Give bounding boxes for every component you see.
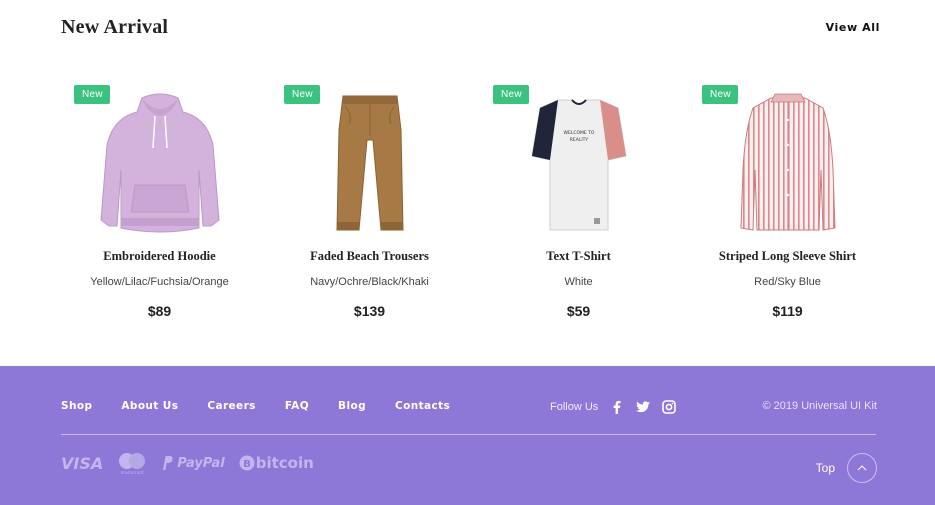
product-card[interactable]: New WELCOME TO REALITY Text T-Shirt Whit… <box>474 80 683 330</box>
product-grid: New Embroidered Hoodie Yellow/Lilac/Fuch… <box>55 80 895 340</box>
product-card[interactable]: New Faded Beach Trousers Navy/Ochre/Blac… <box>265 80 474 330</box>
footer: Shop About Us Careers FAQ Blog Contacts … <box>0 366 935 505</box>
tshirt-image: WELCOME TO REALITY <box>531 99 627 231</box>
visa-logo: VISA <box>61 453 104 473</box>
bitcoin-text: bitcoin <box>255 454 314 472</box>
instagram-icon[interactable] <box>662 400 677 414</box>
shirt-image <box>740 93 836 231</box>
paypal-text: PayPal <box>177 455 225 471</box>
bitcoin-icon: B <box>239 455 255 471</box>
footer-divider <box>61 434 876 435</box>
footer-link-shop[interactable]: Shop <box>61 400 92 412</box>
paypal-logo: PayPal <box>161 455 225 471</box>
product-price: $59 <box>566 303 591 319</box>
product-card[interactable]: New Embroidered Hoodie Yellow/Lilac/Fuch… <box>55 80 264 330</box>
back-to-top-button[interactable]: Top <box>816 453 877 483</box>
footer-link-about-us[interactable]: About Us <box>121 400 178 412</box>
paypal-icon <box>163 456 173 470</box>
product-name: Striped Long Sleeve Shirt <box>718 249 857 263</box>
mastercard-text: mastercard <box>121 470 144 475</box>
product-price: $89 <box>147 303 172 319</box>
bitcoin-logo: B bitcoin <box>239 454 314 472</box>
new-arrival-section: New Arrival View All New Embroidered Hoo… <box>0 0 935 366</box>
section-title: New Arrival <box>61 16 169 38</box>
product-colors: Yellow/Lilac/Fuchsia/Orange <box>90 276 229 288</box>
product-name: Text T-Shirt <box>546 249 611 263</box>
product-price: $139 <box>353 303 386 319</box>
trousers-image <box>336 95 404 231</box>
mastercard-logo: mastercard <box>119 453 146 475</box>
view-all-link[interactable]: View All <box>826 21 880 34</box>
product-name: Embroidered Hoodie <box>103 249 216 263</box>
product-price: $119 <box>772 303 803 319</box>
follow-us: Follow Us <box>550 400 688 414</box>
hoodie-image <box>100 93 220 233</box>
footer-link-faq[interactable]: FAQ <box>285 400 309 412</box>
twitter-icon[interactable] <box>636 400 651 414</box>
svg-text:REALITY: REALITY <box>570 137 589 143</box>
svg-text:B: B <box>243 459 251 470</box>
footer-link-careers[interactable]: Careers <box>207 400 255 412</box>
copyright-text: © 2019 Universal UI Kit <box>762 400 878 412</box>
payment-methods: VISA mastercard PayPal B bitcoin <box>61 451 328 475</box>
chevron-up-icon[interactable] <box>847 453 877 483</box>
product-card[interactable]: New Striped Long Sleeve Shirt Red/Sky Bl… <box>683 80 892 330</box>
product-colors: White <box>564 276 593 288</box>
product-name: Faded Beach Trousers <box>310 249 429 263</box>
product-colors: Red/Sky Blue <box>754 276 821 288</box>
footer-link-blog[interactable]: Blog <box>338 400 366 412</box>
product-colors: Navy/Ochre/Black/Khaki <box>310 276 429 288</box>
facebook-icon[interactable] <box>610 400 624 414</box>
follow-us-label: Follow Us <box>550 401 599 413</box>
footer-link-contacts[interactable]: Contacts <box>395 400 450 412</box>
footer-nav: Shop About Us Careers FAQ Blog Contacts <box>61 400 479 412</box>
svg-text:WELCOME TO: WELCOME TO <box>564 130 595 136</box>
top-label: Top <box>815 461 835 475</box>
